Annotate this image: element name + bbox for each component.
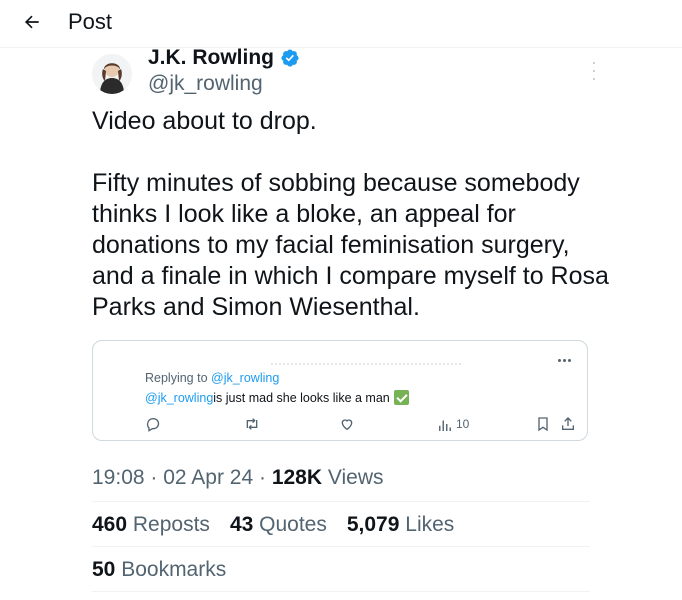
reposts-label: Reposts (132, 513, 210, 536)
engagement-stats: 460 Reposts 43 Quotes 5,079 Likes (92, 513, 454, 537)
repost-icon (246, 418, 258, 430)
divider (92, 501, 590, 502)
reply-button[interactable] (145, 415, 161, 433)
replying-handle-link[interactable]: @jk_rowling (211, 371, 279, 385)
replying-prefix: Replying to (145, 371, 212, 385)
bookmarks-stat[interactable]: 50 Bookmarks (92, 558, 226, 582)
separator: · (144, 466, 164, 489)
bookmark-button[interactable] (535, 415, 551, 433)
back-button[interactable] (18, 8, 46, 36)
reply-icon (146, 417, 160, 432)
replying-to-line: Replying to @jk_rowling (145, 371, 279, 385)
author-handle[interactable]: @jk_rowling (148, 72, 263, 96)
views-total: 128K (271, 466, 323, 489)
like-button[interactable] (339, 415, 355, 433)
reposts-stat[interactable]: 460 Reposts (92, 513, 210, 537)
author-name-row[interactable]: J.K. Rowling (148, 46, 300, 70)
quotes-stat[interactable]: 43 Quotes (230, 513, 327, 537)
checkmark-emoji-icon (393, 390, 409, 405)
divider (271, 363, 461, 367)
bookmark-icon (538, 417, 548, 432)
more-vertical-icon[interactable] (588, 62, 600, 80)
reposts-count: 460 (92, 513, 128, 536)
share-button[interactable] (560, 415, 576, 433)
likes-count: 5,079 (346, 513, 400, 536)
back-arrow-icon (24, 15, 39, 29)
like-icon (341, 419, 353, 431)
likes-label: Likes (405, 513, 455, 536)
avatar[interactable] (92, 54, 132, 94)
views-count: 10 (456, 417, 470, 431)
author-name: J.K. Rowling (148, 46, 274, 69)
views-label: Views (327, 466, 384, 489)
quoted-text: is just mad she looks like a man (213, 390, 390, 405)
more-horizontal-icon[interactable] (558, 359, 571, 362)
quoted-tweet-text: @jk_rowling is just mad she looks like a… (145, 390, 409, 405)
views-button[interactable]: 10 (438, 415, 469, 433)
separator: · (253, 466, 272, 489)
bookmarks-count: 50 (92, 558, 116, 581)
quoted-tweet-card[interactable]: Replying to @jk_rowling @jk_rowling is j… (92, 340, 588, 441)
tweet-time[interactable]: 19:08 (92, 466, 145, 489)
top-bar: Post (0, 0, 682, 48)
views-icon (439, 420, 451, 431)
avatar-image (92, 54, 132, 94)
share-icon (562, 417, 574, 430)
quotes-count: 43 (229, 513, 254, 536)
tweet-date[interactable]: 02 Apr 24 (163, 466, 253, 489)
divider (92, 591, 590, 592)
page-title: Post (68, 9, 113, 34)
bookmarks-label: Bookmarks (121, 558, 227, 581)
likes-stat[interactable]: 5,079 Likes (347, 513, 454, 537)
tweet-text: Video about to drop. Fifty minutes of so… (92, 107, 609, 321)
tweet-meta: 19:08 · 02 Apr 24 · 128K Views (92, 466, 384, 490)
mention-link[interactable]: @jk_rowling (145, 391, 213, 405)
verified-badge-icon (280, 48, 300, 68)
quotes-label: Quotes (259, 513, 327, 536)
repost-button[interactable] (244, 415, 260, 433)
divider (92, 546, 590, 547)
